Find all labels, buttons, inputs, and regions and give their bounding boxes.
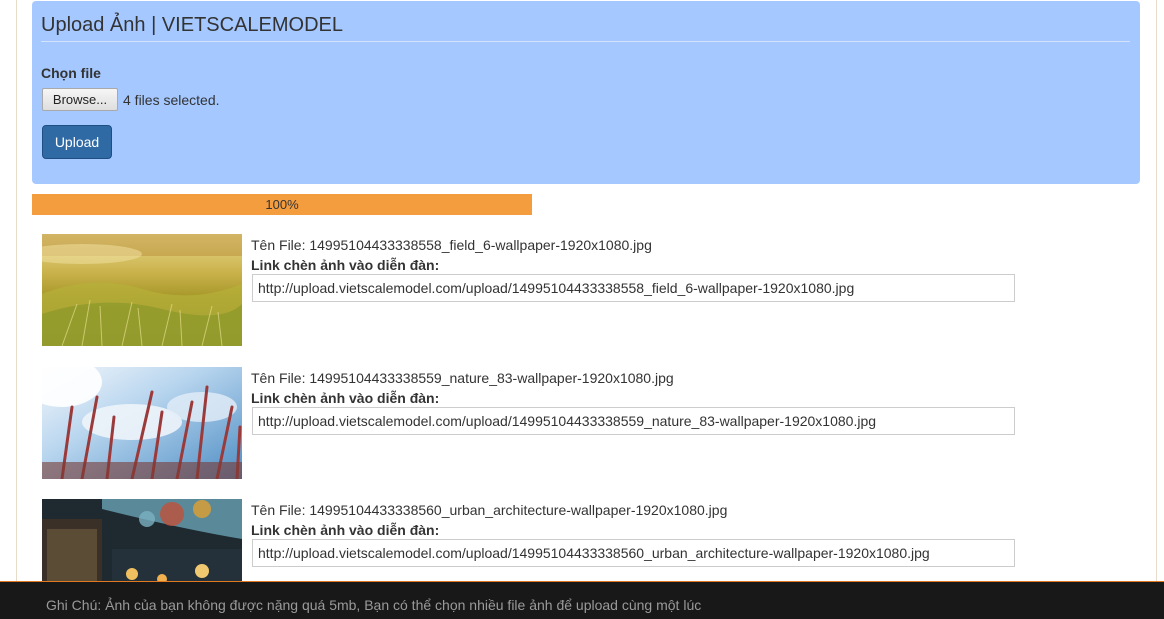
browse-button[interactable]: Browse... (42, 88, 118, 111)
image-link-field[interactable] (252, 539, 1015, 567)
thumbnail-field-image[interactable] (42, 234, 242, 346)
upload-button[interactable]: Upload (42, 125, 112, 159)
forum-link-label: Link chèn ảnh vào diễn đàn: (251, 257, 440, 273)
page-right-border (1156, 0, 1157, 582)
uploaded-file-entry: Tên File: 14995104433338559_nature_83-wa… (42, 367, 1042, 479)
upload-panel: Upload Ảnh | VIETSCALEMODEL Chọn file Br… (32, 1, 1140, 184)
uploaded-file-entry: Tên File: 14995104433338558_field_6-wall… (42, 234, 1042, 346)
image-link-field[interactable] (252, 274, 1015, 302)
forum-link-label: Link chèn ảnh vào diễn đàn: (251, 390, 440, 406)
footer: Ghi Chú: Ảnh của bạn không được nặng quá… (0, 581, 1164, 619)
upload-progress-bar: 100% (32, 194, 532, 215)
progress-percent: 100% (265, 197, 299, 212)
file-name: Tên File: 14995104433338559_nature_83-wa… (251, 370, 674, 386)
page-left-border (16, 0, 17, 582)
thumbnail-nature-image[interactable] (42, 367, 242, 479)
choose-file-label: Chọn file (41, 65, 101, 81)
file-name: Tên File: 14995104433338558_field_6-wall… (251, 237, 652, 253)
forum-link-label: Link chèn ảnh vào diễn đàn: (251, 522, 440, 538)
page-title: Upload Ảnh | VIETSCALEMODEL (41, 14, 343, 36)
title-divider (41, 41, 1130, 42)
files-selected-status: 4 files selected. (123, 92, 220, 108)
image-link-field[interactable] (252, 407, 1015, 435)
file-name: Tên File: 14995104433338560_urban_archit… (251, 502, 728, 518)
footer-note: Ghi Chú: Ảnh của bạn không được nặng quá… (46, 597, 702, 613)
